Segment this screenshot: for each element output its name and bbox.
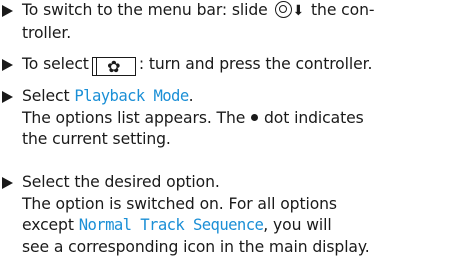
step-2-text: To select [22,55,89,73]
arrow-down-icon: ⬇ [292,3,305,19]
step-3: Select Playback Mode. The options list a… [0,86,462,151]
step-3-text: Select [22,87,70,105]
step-3-result: The options list appears. The [22,108,246,127]
gear-icon: ✿ [107,57,121,76]
step-1: To switch to the menu bar: slide ⬇ the c… [0,0,462,44]
step-1-text: To switch to the menu bar: slide [22,1,268,19]
triangle-bullet-icon [2,5,13,17]
step-2-text-cont: : turn and press the controller. [138,55,373,73]
step-3-result-cont: dot indicates [263,108,364,127]
step-4-result-cont2: , you will [263,216,332,234]
step-4-result-wrap: see a corresponding icon in the main dis… [22,237,370,256]
step-1-text-cont: the con- [311,1,375,19]
step-3-period: . [188,87,194,105]
normal-track-sequence-label: Normal Track Sequence [78,216,264,234]
step-2: To select ✿ : turn and press the controlle… [0,54,462,76]
settings-button-icon: ✿ [91,57,136,76]
triangle-bullet-icon [2,177,13,189]
dot-icon [251,113,259,121]
step-4: Select the desired option. The option is… [0,172,462,258]
playback-mode-label: Playback Mode [74,87,189,105]
step-4-result-cont: except [22,216,74,234]
step-1-text-wrap: troller. [22,23,72,42]
step-4-result: The option is switched on. For all optio… [22,194,337,213]
step-4-text: Select the desired option. [22,173,220,191]
controller-icon [274,1,292,18]
triangle-bullet-icon [2,91,13,103]
triangle-bullet-icon [2,59,13,71]
step-3-result-wrap: the current setting. [22,130,171,148]
instruction-page: To switch to the menu bar: slide ⬇ the c… [0,0,462,275]
